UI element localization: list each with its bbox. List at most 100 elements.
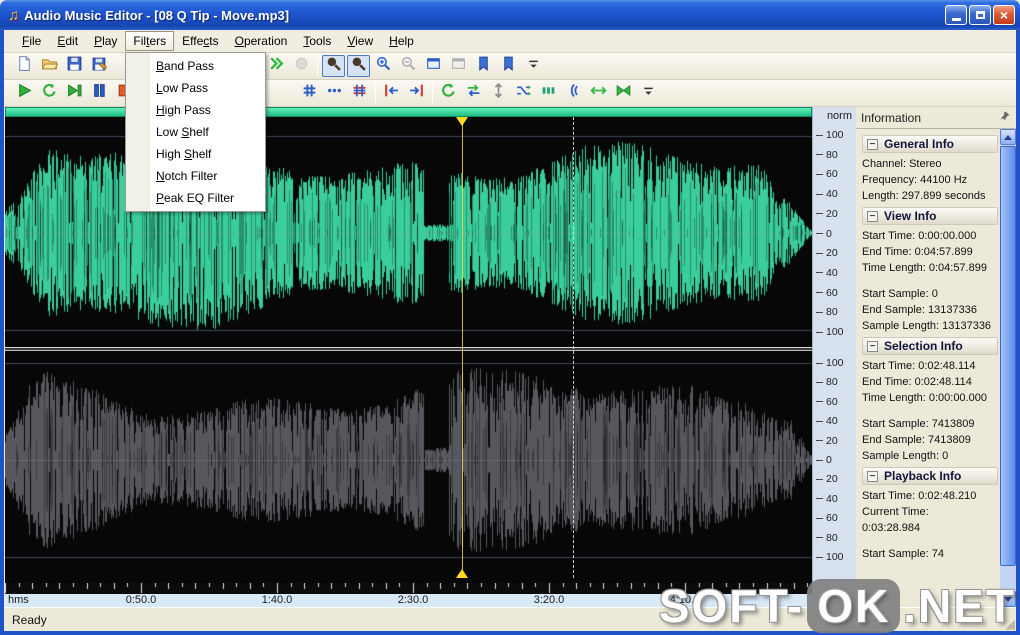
collapse-icon[interactable]: − — [867, 471, 878, 482]
save-file-as-button[interactable] — [88, 55, 111, 77]
info-row: Start Time: 0:00:00.000 — [862, 228, 1000, 244]
trim-button[interactable] — [612, 82, 635, 104]
zoom-right-channel-button[interactable] — [347, 55, 370, 77]
close-button[interactable]: × — [993, 5, 1015, 25]
menu-item-effects[interactable]: Effects — [174, 31, 226, 51]
scroll-thumb[interactable] — [1000, 146, 1016, 566]
minimize-button[interactable] — [945, 5, 967, 25]
horizontal-fit-button[interactable] — [587, 82, 610, 104]
loop-selection-button[interactable] — [437, 82, 460, 104]
menu-item-tools[interactable]: Tools — [295, 31, 339, 51]
filters-menu-item-high-shelf[interactable]: High Shelf — [126, 143, 265, 165]
waveform-right-channel[interactable] — [5, 352, 812, 578]
cursor-marker-top[interactable] — [456, 117, 468, 126]
section-header-selection-info[interactable]: −Selection Info — [862, 337, 998, 355]
scale-tick — [816, 194, 823, 195]
save-file-button[interactable] — [63, 55, 86, 77]
scale-label: 20 — [816, 435, 838, 447]
section-spacer — [862, 406, 1000, 416]
info-row: End Time: 0:04:57.899 — [862, 244, 1000, 260]
open-file-button[interactable] — [38, 55, 61, 77]
filters-menu-item-high-pass[interactable]: High Pass — [126, 99, 265, 121]
menu-item-edit[interactable]: Edit — [49, 31, 86, 51]
new-file-button[interactable] — [13, 55, 36, 77]
snap-to-right-button[interactable] — [405, 82, 428, 104]
toolbar-options-button[interactable] — [522, 55, 545, 77]
find-start-button[interactable] — [472, 55, 495, 77]
zoom-in-icon — [375, 55, 392, 77]
menu-item-file[interactable]: File — [14, 31, 49, 51]
marker-dots-button[interactable] — [323, 82, 346, 104]
filters-menu-item-low-shelf[interactable]: Low Shelf — [126, 121, 265, 143]
snap-to-left-button[interactable] — [380, 82, 403, 104]
menu-item-view[interactable]: View — [339, 31, 381, 51]
scale-label: 100 — [816, 129, 844, 141]
toolbar-options-button[interactable] — [637, 82, 660, 104]
scale-label: 20 — [816, 208, 838, 220]
redo-icon — [268, 55, 285, 77]
filters-menu-item-band-pass[interactable]: Band Pass — [126, 55, 265, 77]
info-row: Length: 297.899 seconds — [862, 188, 1000, 204]
preview-sound-button[interactable] — [562, 82, 585, 104]
menu-item-play[interactable]: Play — [86, 31, 125, 51]
timeline-tick-label: 2:30.0 — [398, 594, 429, 607]
filters-menu-item-notch-filter[interactable]: Notch Filter — [126, 165, 265, 187]
section-title: View Info — [884, 209, 936, 223]
play-to-end-button[interactable] — [63, 82, 86, 104]
collapse-icon[interactable]: − — [867, 341, 878, 352]
menu-item-operation[interactable]: Operation — [227, 31, 296, 51]
section-header-playback-info[interactable]: −Playback Info — [862, 467, 998, 485]
zoom-left-channel-button[interactable] — [322, 55, 345, 77]
scale-label: 100 — [816, 357, 844, 369]
collapse-icon[interactable]: − — [867, 211, 878, 222]
zoom-in-button[interactable] — [372, 55, 395, 77]
panel-content: −General InfoChannel: StereoFrequency: 4… — [856, 129, 1000, 607]
menu-item-help[interactable]: Help — [381, 31, 422, 51]
scale-tick — [816, 518, 823, 519]
title-bar: ♫ Audio Music Editor - [08 Q Tip - Move.… — [0, 0, 1020, 30]
panel-scrollbar[interactable] — [1000, 129, 1016, 607]
play-end-icon — [66, 82, 83, 104]
grid-lines-button[interactable] — [348, 82, 371, 104]
shuffle-button[interactable] — [512, 82, 535, 104]
bookmark-icon — [500, 55, 517, 77]
toolbar-separator — [432, 83, 433, 103]
zoom-out-button — [397, 55, 420, 77]
grid-snap-button[interactable] — [298, 82, 321, 104]
timeline-tick-label: 0:50.0 — [126, 594, 157, 607]
panel-title: Information — [861, 111, 999, 125]
redo-button[interactable] — [265, 55, 288, 77]
loop-play-button[interactable] — [38, 82, 61, 104]
pause-button[interactable] — [88, 82, 111, 104]
swap-channels-button[interactable] — [462, 82, 485, 104]
scroll-up-button[interactable] — [1000, 129, 1016, 145]
markers-button[interactable] — [537, 82, 560, 104]
scale-label: 40 — [816, 267, 838, 279]
minimize-icon — [952, 18, 961, 21]
bookmark-icon — [475, 55, 492, 77]
section-title: General Info — [884, 137, 954, 151]
filters-menu-item-peak-eq-filter[interactable]: Peak EQ Filter — [126, 187, 265, 209]
zoom-selection-button[interactable] — [422, 55, 445, 77]
overflow-icon — [640, 82, 657, 104]
menu-item-filters[interactable]: Filters — [125, 31, 174, 51]
scale-tick — [816, 174, 823, 175]
cursor-marker-bottom[interactable] — [456, 569, 468, 578]
section-header-general-info[interactable]: −General Info — [862, 135, 998, 153]
filters-menu-item-low-pass[interactable]: Low Pass — [126, 77, 265, 99]
pin-icon[interactable] — [999, 110, 1011, 125]
section-header-view-info[interactable]: −View Info — [862, 207, 998, 225]
collapse-icon[interactable]: − — [867, 139, 878, 150]
play-button[interactable] — [13, 82, 36, 104]
scale-label: 40 — [816, 493, 838, 505]
grid-red-icon — [351, 82, 368, 104]
scale-label: 60 — [816, 168, 838, 180]
scale-tick — [816, 401, 823, 402]
scale-label: 0 — [816, 228, 832, 240]
scale-tick — [816, 292, 823, 293]
vertical-fit-button[interactable] — [487, 82, 510, 104]
scale-label: 60 — [816, 512, 838, 524]
find-end-button[interactable] — [497, 55, 520, 77]
maximize-button[interactable] — [969, 5, 991, 25]
information-panel: Information −General InfoChannel: Stereo… — [856, 107, 1016, 607]
